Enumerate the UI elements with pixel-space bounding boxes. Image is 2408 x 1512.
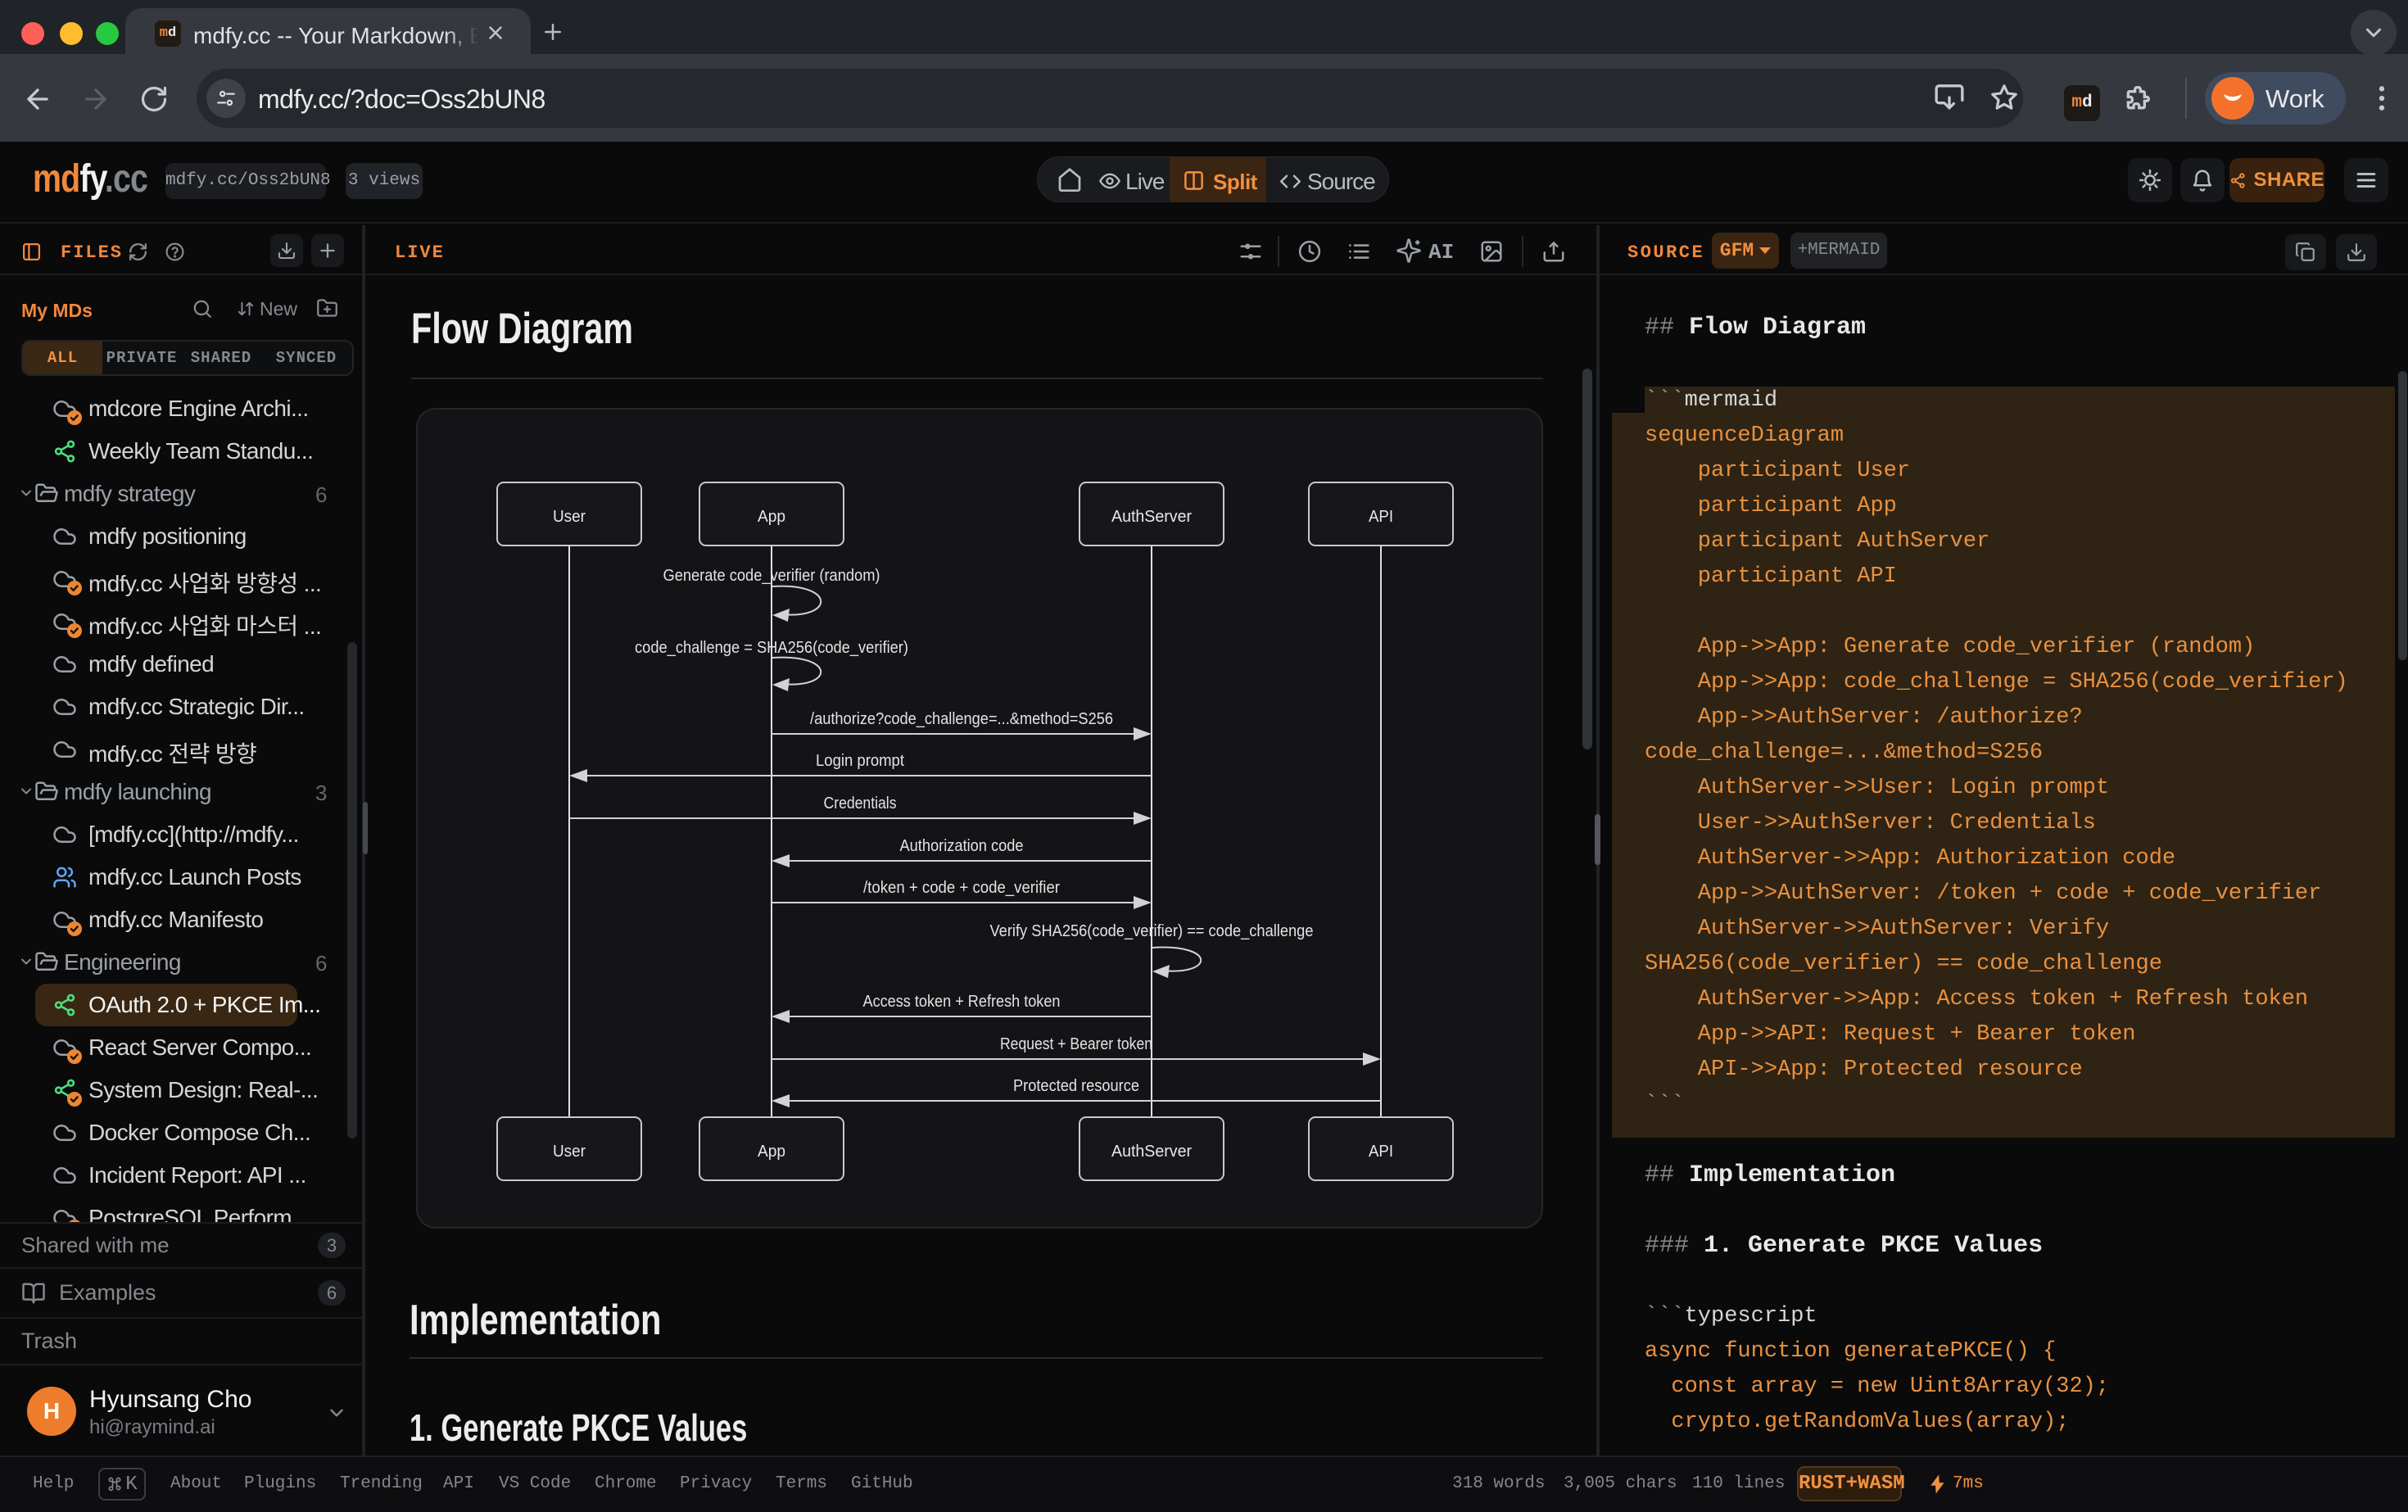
svg-text:Verify SHA256(code_verifier) =: Verify SHA256(code_verifier) == code_cha… bbox=[990, 922, 1314, 940]
svg-text:/token + code + code_verifier: /token + code + code_verifier bbox=[863, 879, 1060, 897]
svg-text:API: API bbox=[1369, 508, 1393, 526]
svg-text:App: App bbox=[758, 1143, 785, 1161]
svg-text:Generate code_verifier (random: Generate code_verifier (random) bbox=[663, 567, 880, 585]
svg-text:AuthServer: AuthServer bbox=[1111, 508, 1192, 526]
svg-text:App: App bbox=[758, 508, 785, 526]
svg-text:Access token + Refresh token: Access token + Refresh token bbox=[863, 993, 1061, 1011]
svg-text:code_challenge = SHA256(code_v: code_challenge = SHA256(code_verifier) bbox=[635, 639, 908, 657]
svg-text:Credentials: Credentials bbox=[824, 794, 897, 813]
svg-text:API: API bbox=[1369, 1143, 1393, 1161]
svg-text:Protected resource: Protected resource bbox=[1013, 1077, 1139, 1095]
svg-text:Authorization code: Authorization code bbox=[900, 837, 1024, 855]
svg-text:/authorize?code_challenge=...&: /authorize?code_challenge=...&method=S25… bbox=[810, 710, 1113, 728]
svg-text:AuthServer: AuthServer bbox=[1111, 1143, 1192, 1161]
svg-text:Login prompt: Login prompt bbox=[816, 752, 904, 770]
svg-text:User: User bbox=[553, 1143, 586, 1161]
svg-text:Request + Bearer token: Request + Bearer token bbox=[1000, 1035, 1152, 1053]
svg-text:User: User bbox=[553, 508, 586, 526]
